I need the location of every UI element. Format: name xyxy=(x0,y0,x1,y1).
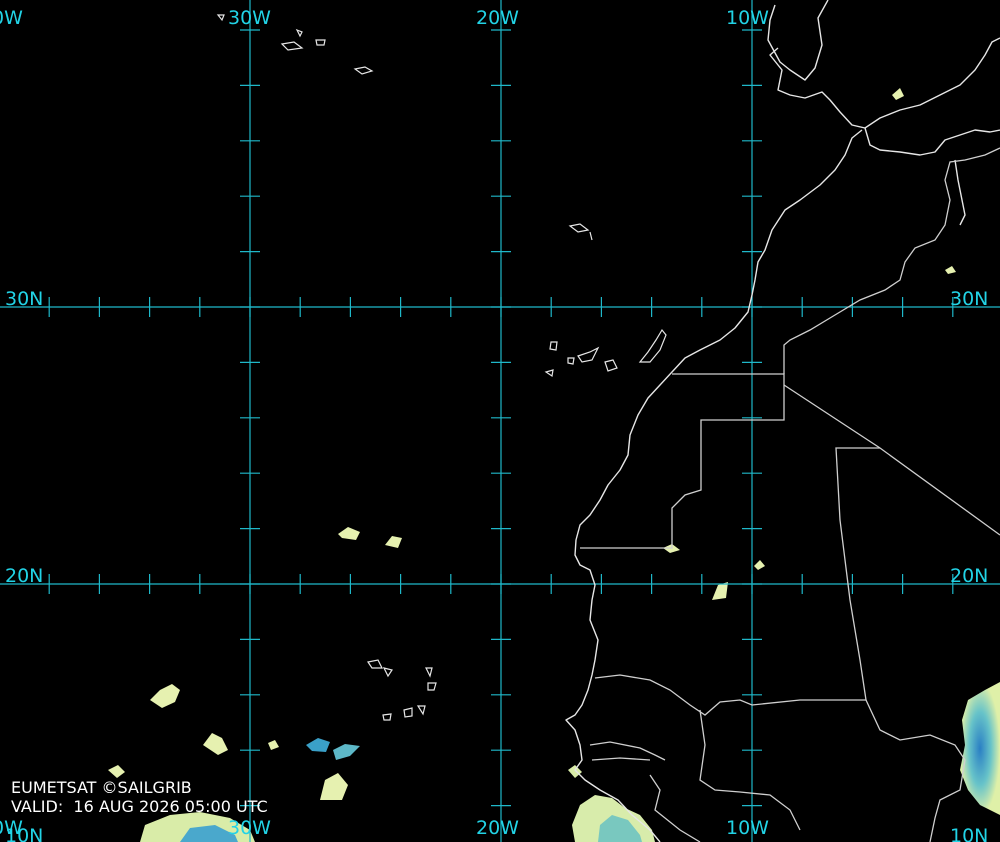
caption-source: EUMETSAT ©SAILGRIB xyxy=(11,778,192,797)
map-background xyxy=(0,0,1000,842)
label-right-10n: 10N xyxy=(950,825,988,842)
label-top-0w: 0W xyxy=(0,7,23,29)
label-bottom-20w: 20W xyxy=(476,817,519,839)
label-left-30n: 30N xyxy=(5,288,43,310)
label-top-20w: 20W xyxy=(476,7,519,29)
label-bottom-10w: 10W xyxy=(726,817,769,839)
label-right-30n: 30N xyxy=(950,288,988,310)
label-left-10n: 10N xyxy=(5,825,43,842)
caption-valid-time: VALID: 16 AUG 2026 05:00 UTC xyxy=(11,797,268,816)
satellite-map: 0W 30W 20W 10W 0W 30W 20W 10W 30N 20N 10… xyxy=(0,0,1000,842)
label-top-30w: 30W xyxy=(228,7,271,29)
label-top-10w: 10W xyxy=(726,7,769,29)
label-bottom-30w: 30W xyxy=(228,817,271,839)
map-caption: EUMETSAT ©SAILGRIB VALID: 16 AUG 2026 05:… xyxy=(11,778,268,816)
label-right-20n: 20N xyxy=(950,565,988,587)
label-left-20n: 20N xyxy=(5,565,43,587)
